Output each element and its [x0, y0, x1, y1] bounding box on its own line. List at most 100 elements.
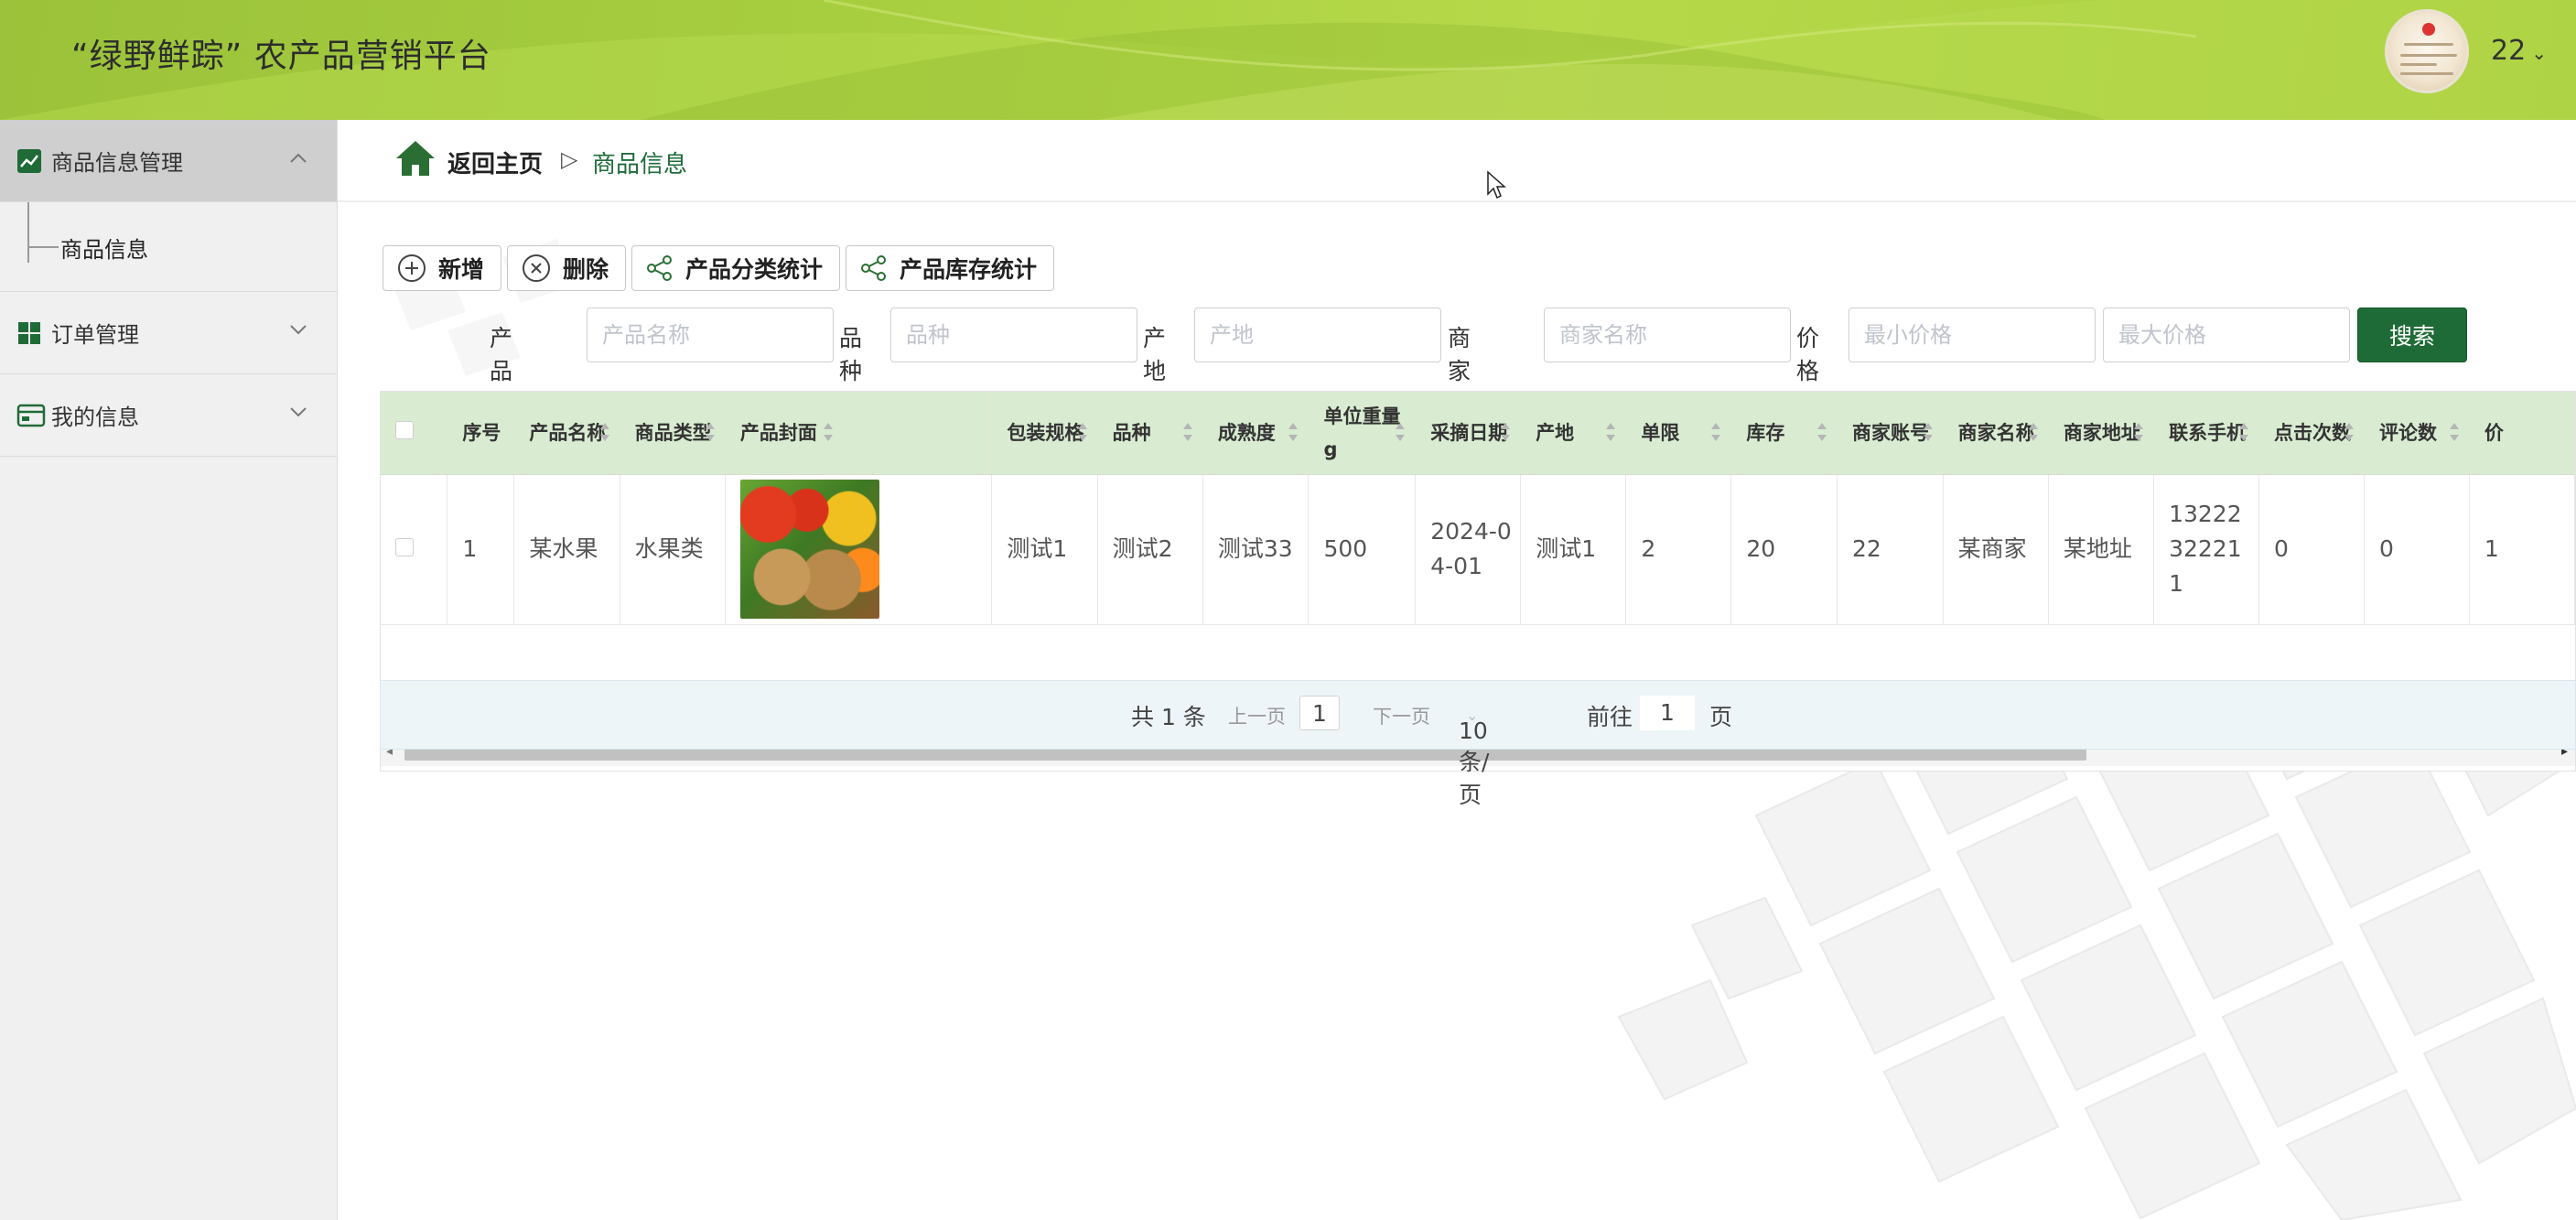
max-price-input[interactable]	[2103, 308, 2350, 362]
sidebar-group-product-management[interactable]: 商品信息管理	[0, 120, 337, 202]
prev-page-button[interactable]: 上一页	[1228, 702, 1286, 729]
sort-icon[interactable]	[2133, 421, 2144, 443]
table-cell: 某商家	[1943, 474, 2049, 625]
row-select-cell	[381, 474, 448, 625]
product-name-input[interactable]	[587, 308, 834, 362]
sort-icon[interactable]	[823, 421, 834, 443]
page-unit-label: 页	[1709, 704, 1733, 730]
table-cell: 2024-04-01	[1415, 474, 1522, 625]
delete-button[interactable]: 删除	[507, 245, 627, 291]
price-label: 价格	[1796, 325, 1820, 384]
table-cell: 0	[2364, 474, 2470, 625]
select-all-cell	[381, 392, 448, 475]
table-cell: 某水果	[513, 474, 620, 625]
next-page-button[interactable]: 下一页	[1373, 702, 1430, 729]
goto-page-input[interactable]: 1	[1640, 696, 1695, 730]
column-header: 价	[2469, 392, 2575, 475]
pagination: 共 1 条 上一页 1 下一页 10条/页 ⌄ 前往 1 页	[380, 680, 2576, 808]
sort-icon[interactable]	[2344, 421, 2355, 443]
column-header[interactable]: 库存	[1730, 392, 1838, 475]
top-header: “绿野鲜踪” 农产品营销平台 22 ⌄	[0, 0, 2576, 120]
breadcrumb-separator: ▷	[561, 146, 578, 172]
merchant-name-input[interactable]	[1544, 308, 1791, 362]
column-header[interactable]: 采摘日期	[1415, 392, 1522, 475]
column-header[interactable]: 商家账号	[1837, 392, 1944, 475]
table-cell: 13222322211	[2153, 474, 2260, 625]
product-cover-image[interactable]	[739, 480, 879, 619]
sort-icon[interactable]	[1077, 421, 1088, 443]
column-header[interactable]: 商家名称	[1943, 392, 2049, 475]
sort-icon[interactable]	[599, 421, 610, 443]
search-button[interactable]: 搜索	[2357, 308, 2467, 362]
chevron-down-icon: ⌄	[2531, 42, 2547, 64]
sort-icon[interactable]	[2449, 421, 2460, 443]
sort-icon[interactable]	[1182, 421, 1193, 443]
table-header-row: 序号 产品名称 商品类型 产品封面 包装规格 品种 成熟度 单位重量g 采摘日期…	[381, 392, 2575, 475]
sidebar-item-product-info[interactable]: 商品信息	[60, 232, 148, 264]
select-all-checkbox[interactable]	[395, 420, 414, 439]
share-icon	[861, 255, 887, 281]
sort-icon[interactable]	[1395, 421, 1406, 443]
sort-icon[interactable]	[705, 421, 716, 443]
origin-input[interactable]	[1194, 308, 1441, 362]
chevron-down-icon	[290, 407, 307, 417]
sort-icon[interactable]	[1816, 421, 1827, 443]
sort-icon[interactable]	[1923, 421, 1934, 443]
column-header[interactable]: 包装规格	[991, 392, 1098, 475]
table-cell: 测试2	[1097, 474, 1203, 625]
sort-icon[interactable]	[1288, 421, 1299, 443]
column-header[interactable]: 商品类型	[620, 392, 726, 475]
plus-circle-icon	[398, 254, 426, 282]
column-header[interactable]: 评论数	[2364, 392, 2470, 475]
table-cell: 某地址	[2048, 474, 2155, 625]
sort-icon[interactable]	[2238, 421, 2249, 443]
table-cell: 500	[1308, 474, 1417, 625]
column-header[interactable]: 单限	[1625, 392, 1732, 475]
column-header[interactable]: 产品封面	[725, 392, 993, 475]
sidebar-submenu: 商品信息	[0, 202, 337, 292]
column-header[interactable]: 产地	[1520, 392, 1627, 475]
table-cell: 1	[447, 474, 515, 625]
table-cell: 测试1	[991, 474, 1098, 625]
page-size-select[interactable]: 10条/页 ⌄	[1459, 699, 1489, 808]
breadcrumb-home-link[interactable]: 返回主页	[447, 146, 543, 179]
table-row: 1 某水果 水果类 测试1 测试2 测试33 500 2024-04-01 测试…	[381, 474, 2575, 625]
variety-input[interactable]	[890, 308, 1137, 362]
column-header[interactable]: 单位重量g	[1308, 392, 1417, 475]
sort-icon[interactable]	[1500, 421, 1511, 443]
column-header[interactable]: 产品名称	[513, 392, 620, 475]
current-page-number[interactable]: 1	[1299, 696, 1340, 730]
sort-icon[interactable]	[1710, 421, 1721, 443]
row-checkbox[interactable]	[395, 538, 414, 556]
column-header[interactable]: 成熟度	[1202, 392, 1310, 475]
table-cell: 20	[1730, 474, 1838, 625]
variety-label: 品种	[839, 325, 863, 384]
add-button[interactable]: 新增	[383, 245, 502, 291]
sidebar-group-my-info[interactable]: 我的信息	[0, 374, 337, 457]
share-icon	[647, 255, 673, 281]
mouse-cursor-icon	[1487, 170, 1506, 200]
sort-icon[interactable]	[1605, 421, 1616, 443]
user-menu[interactable]: 22 ⌄	[2491, 35, 2547, 67]
category-stats-button[interactable]: 产品分类统计	[631, 245, 841, 291]
column-header[interactable]: 联系手机	[2153, 392, 2260, 475]
table-cell: 2	[1625, 474, 1732, 625]
close-circle-icon	[523, 254, 551, 282]
column-header[interactable]: 商家地址	[2048, 392, 2155, 475]
cover-cell	[725, 474, 993, 625]
stock-stats-button[interactable]: 产品库存统计	[846, 245, 1055, 291]
column-header[interactable]: 点击次数	[2258, 392, 2365, 475]
column-header[interactable]: 品种	[1097, 392, 1203, 475]
grid-icon	[16, 320, 42, 346]
total-count: 共 1 条	[1131, 704, 1206, 730]
sort-icon[interactable]	[2028, 421, 2039, 443]
avatar-seal-icon	[2422, 23, 2435, 36]
home-icon[interactable]	[394, 138, 437, 178]
breadcrumb: 返回主页 ▷ 商品信息	[338, 120, 2576, 202]
min-price-input[interactable]	[1848, 308, 2096, 362]
sidebar-group-orders[interactable]: 订单管理	[0, 292, 337, 374]
sidebar: 商品信息管理 商品信息 订单管理 我的信息	[0, 120, 338, 1220]
origin-label: 产地	[1143, 325, 1167, 384]
avatar[interactable]	[2385, 9, 2469, 93]
table-cell: 1	[2469, 474, 2575, 625]
